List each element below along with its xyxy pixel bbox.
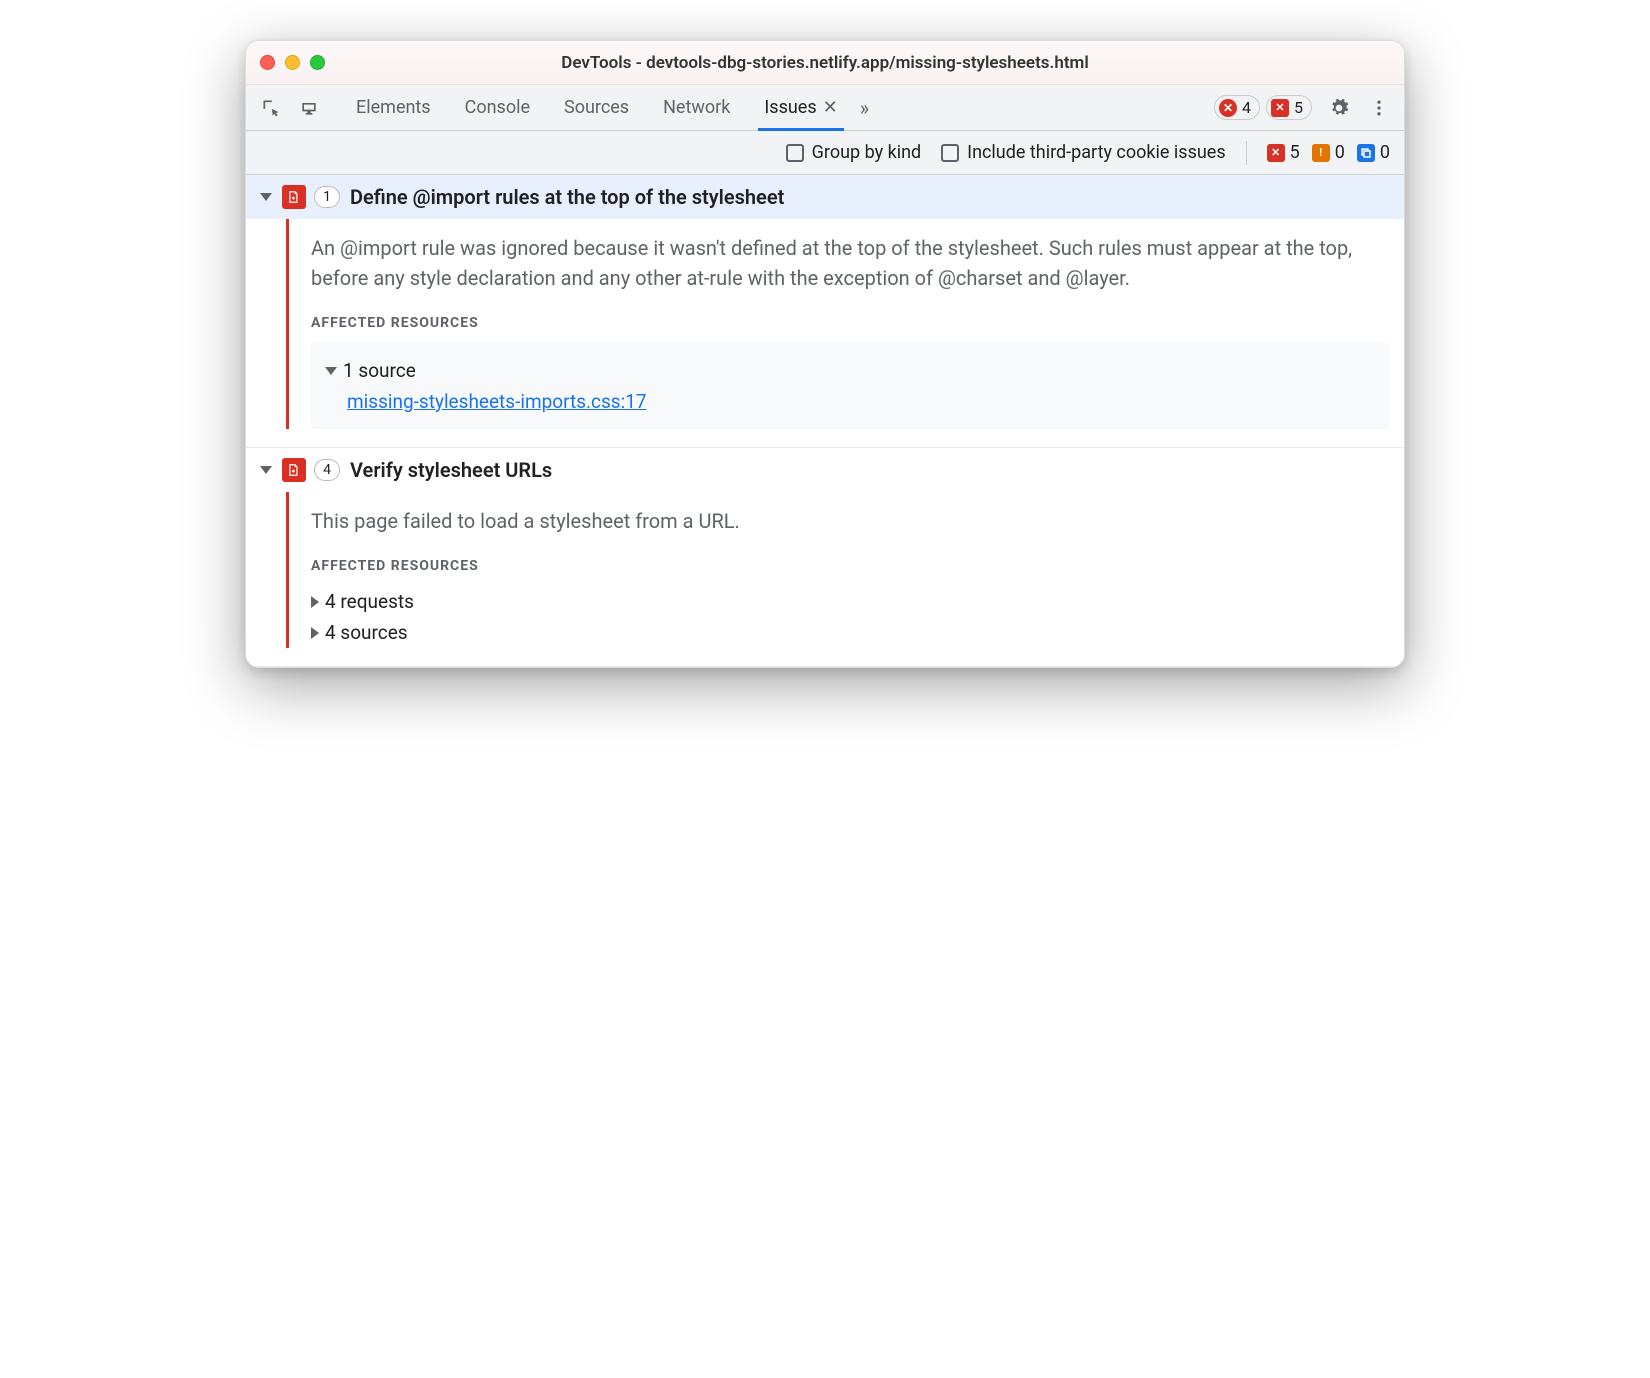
group-by-kind-checkbox[interactable]: Group by kind	[786, 142, 922, 163]
issue-count-badge: 4	[314, 459, 340, 481]
issue-counts: ✕ 5 ! 0 0	[1267, 142, 1390, 163]
tab-elements[interactable]: Elements	[352, 85, 435, 130]
sources-summary-text: 4 sources	[325, 621, 408, 644]
panel-tabs: Elements Console Sources Network Issues …	[352, 85, 1210, 130]
warning-count-value: 0	[1335, 142, 1345, 163]
include-third-party-checkbox[interactable]: Include third-party cookie issues	[941, 142, 1225, 163]
expand-triangle-icon	[325, 367, 337, 375]
issues-list: 1 Define @import rules at the top of the…	[246, 175, 1404, 667]
issues-pill[interactable]: ✕ 5	[1266, 95, 1312, 120]
tab-issues-label: Issues	[764, 97, 816, 118]
sources-summary-row[interactable]: 1 source	[325, 355, 1376, 386]
error-count[interactable]: ✕ 5	[1267, 142, 1300, 163]
toolbar-right	[1322, 91, 1396, 125]
collapse-triangle-icon	[311, 627, 319, 639]
issue-header[interactable]: 1 Define @import rules at the top of the…	[246, 175, 1404, 219]
close-window-button[interactable]	[260, 55, 275, 70]
warning-badge-icon: !	[1312, 144, 1330, 162]
requests-summary-text: 4 requests	[325, 590, 414, 613]
minimize-window-button[interactable]	[285, 55, 300, 70]
issue-body: This page failed to load a stylesheet fr…	[246, 492, 1404, 666]
page-error-icon	[282, 458, 306, 482]
requests-summary-row[interactable]: 4 requests	[311, 586, 1390, 617]
console-errors-pill[interactable]: ✕ 4	[1214, 95, 1260, 120]
info-badge-icon	[1357, 144, 1375, 162]
close-icon[interactable]: ✕	[823, 97, 838, 118]
issue-item: 1 Define @import rules at the top of the…	[246, 175, 1404, 448]
issue-header[interactable]: 4 Verify stylesheet URLs	[246, 448, 1404, 492]
issue-title: Define @import rules at the top of the s…	[350, 185, 784, 209]
expand-triangle-icon	[260, 193, 272, 201]
sources-summary-row[interactable]: 4 sources	[311, 617, 1390, 648]
source-link[interactable]: missing-stylesheets-imports.css:17	[347, 390, 647, 413]
issue-body: An @import rule was ignored because it w…	[246, 219, 1404, 447]
issue-description: This page failed to load a stylesheet fr…	[311, 506, 1390, 536]
tab-console[interactable]: Console	[461, 85, 534, 130]
divider	[1246, 141, 1247, 165]
info-count-value: 0	[1380, 142, 1390, 163]
issue-title: Verify stylesheet URLs	[350, 458, 552, 482]
collapse-triangle-icon	[311, 596, 319, 608]
inspect-icon[interactable]	[254, 91, 288, 125]
page-error-icon	[282, 185, 306, 209]
severity-bar	[286, 492, 289, 648]
error-count-2: 5	[1294, 98, 1303, 117]
affected-resources-label: AFFECTED RESOURCES	[311, 315, 1390, 331]
kebab-menu-icon[interactable]	[1362, 91, 1396, 125]
error-badge-icon: ✕	[1267, 144, 1285, 162]
main-toolbar: Elements Console Sources Network Issues …	[246, 85, 1404, 131]
group-by-kind-label: Group by kind	[812, 142, 922, 163]
tab-network[interactable]: Network	[659, 85, 734, 130]
error-count-value: 5	[1290, 142, 1300, 163]
window-title: DevTools - devtools-dbg-stories.netlify.…	[246, 53, 1404, 73]
warning-count[interactable]: ! 0	[1312, 142, 1345, 163]
include-third-party-label: Include third-party cookie issues	[967, 142, 1225, 163]
info-count[interactable]: 0	[1357, 142, 1390, 163]
issue-item: 4 Verify stylesheet URLs This page faile…	[246, 448, 1404, 667]
affected-resources-label: AFFECTED RESOURCES	[311, 558, 1390, 574]
tab-sources[interactable]: Sources	[560, 85, 633, 130]
traffic-lights	[260, 55, 325, 70]
issue-count-badge: 1	[314, 186, 340, 208]
issue-description: An @import rule was ignored because it w…	[311, 233, 1390, 293]
device-toggle-icon[interactable]	[292, 91, 326, 125]
gear-icon[interactable]	[1322, 91, 1356, 125]
source-link-row: missing-stylesheets-imports.css:17	[325, 386, 1376, 417]
tab-issues[interactable]: Issues ✕	[760, 85, 841, 130]
maximize-window-button[interactable]	[310, 55, 325, 70]
devtools-window: DevTools - devtools-dbg-stories.netlify.…	[245, 40, 1405, 668]
severity-bar	[286, 219, 289, 429]
title-bar: DevTools - devtools-dbg-stories.netlify.…	[246, 41, 1404, 85]
more-tabs-icon[interactable]: »	[860, 96, 869, 120]
issues-toolbar: Group by kind Include third-party cookie…	[246, 131, 1404, 175]
error-count-1: 4	[1242, 98, 1251, 117]
error-pills: ✕ 4 ✕ 5	[1214, 95, 1312, 120]
error-square-icon: ✕	[1271, 99, 1289, 117]
checkbox-icon	[786, 144, 804, 162]
sources-summary-text: 1 source	[343, 359, 416, 382]
expand-triangle-icon	[260, 466, 272, 474]
affected-resources-box: 1 source missing-stylesheets-imports.css…	[311, 343, 1390, 429]
checkbox-icon	[941, 144, 959, 162]
error-circle-icon: ✕	[1219, 99, 1237, 117]
